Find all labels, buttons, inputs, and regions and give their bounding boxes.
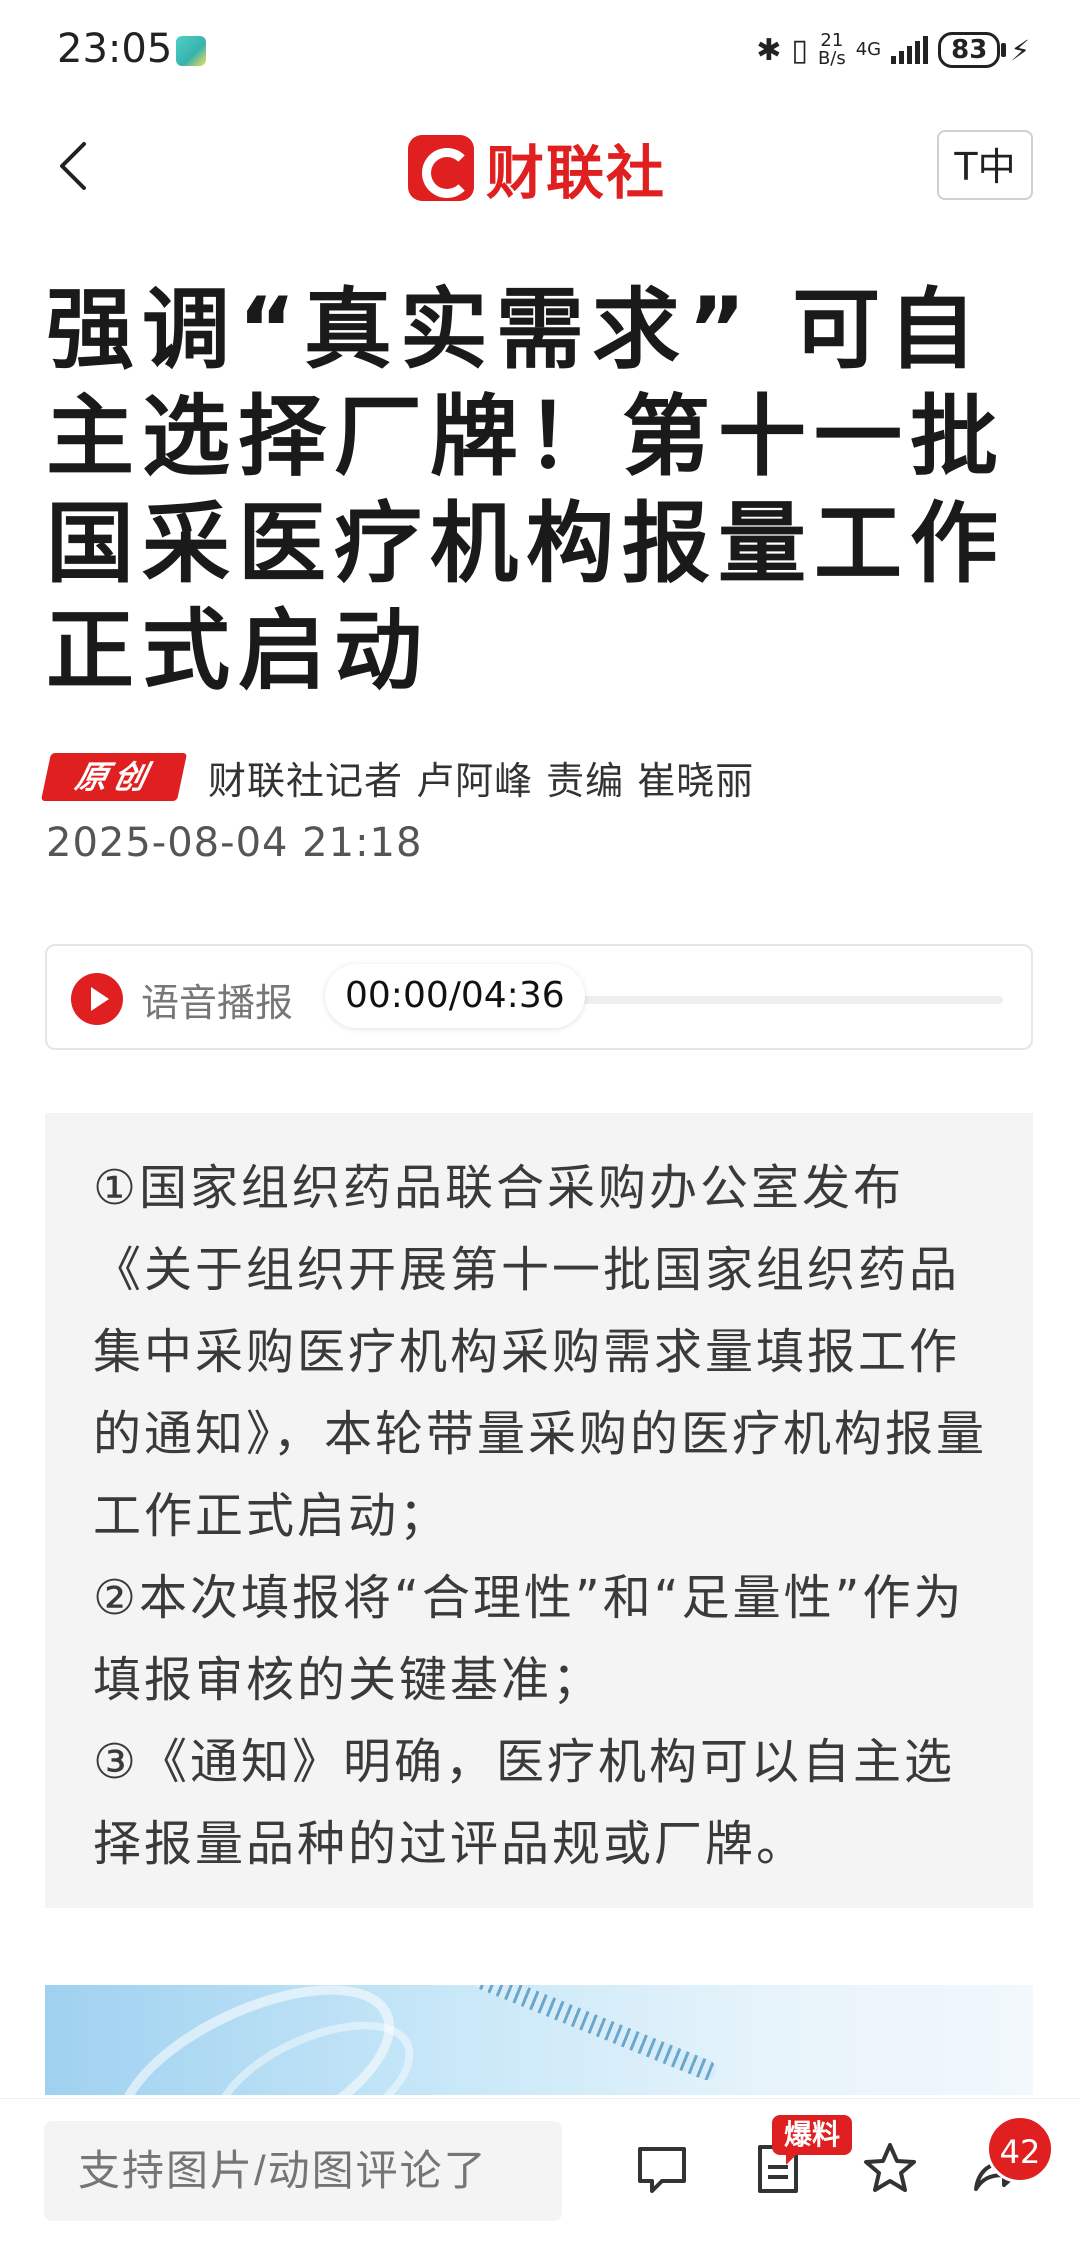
audio-player: 语音播报 00:00/04:36 [45, 944, 1033, 1050]
bottom-action-bar: 爆料 42 [0, 2098, 1080, 2245]
comment-input[interactable] [44, 2121, 562, 2221]
play-button[interactable] [71, 973, 123, 1025]
share-count-badge: 42 [986, 2115, 1054, 2183]
logo-text: 财联社 [486, 139, 667, 207]
battery-indicator: 83 [938, 32, 1007, 68]
comment-button[interactable] [622, 2129, 702, 2209]
signal-icon [891, 36, 929, 64]
back-button[interactable] [50, 138, 100, 194]
article-title: 强调“真实需求” 可自主选择厂牌！第十一批国采医疗机构报量工作正式启动 [46, 278, 1007, 702]
summary-item: ③《通知》明确，医疗机构可以自主选择报量品种的过评品规或厂牌。 [93, 1734, 956, 1872]
back-arrow-icon [60, 142, 86, 190]
star-icon [864, 2143, 916, 2192]
font-size-button[interactable]: T中 [937, 130, 1033, 200]
status-time: 23:05 [57, 26, 173, 72]
summary-item: ②本次填报将“合理性”和“足量性”作为填报审核的关键基准； [93, 1570, 965, 1708]
logo-mark-icon [408, 135, 474, 201]
app-logo: 财联社 [408, 130, 666, 207]
comment-icon [638, 2147, 686, 2193]
net-type: 4G [855, 39, 882, 60]
vibrate-icon: ▯ [791, 32, 808, 68]
nav-bar: 财联社 T中 [0, 110, 1080, 220]
summary-item: ①国家组织药品联合采购办公室发布《关于组织开展第十一批国家组织药品集中采购医疗机… [93, 1160, 988, 1544]
original-badge: 原创 [40, 753, 188, 801]
article-summary: ①国家组织药品联合采购办公室发布《关于组织开展第十一批国家组织药品集中采购医疗机… [45, 1113, 1033, 1908]
article-meta: 原创 财联社记者 卢阿峰 责编 崔晓丽 [40, 752, 755, 803]
status-bar: 23:05 ✱ ▯ 21 B/s 4G 83 ⚡ [0, 0, 1080, 100]
publish-date: 2025-08-04 21:18 [46, 820, 423, 866]
status-indicators: ✱ ▯ 21 B/s 4G 83 ⚡ [756, 26, 1030, 74]
bluetooth-icon: ✱ [756, 32, 782, 68]
audio-time-thumb[interactable]: 00:00/04:36 [325, 964, 585, 1028]
charging-icon: ⚡ [1010, 33, 1030, 67]
favorite-button[interactable] [850, 2129, 930, 2209]
app-notification-icon [176, 36, 206, 66]
audio-label: 语音播报 [141, 981, 294, 1025]
net-speed: 21 B/s [817, 30, 846, 69]
byline: 财联社记者 卢阿峰 责编 崔晓丽 [208, 758, 755, 803]
tip-off-badge: 爆料 [772, 2115, 853, 2165]
article-image [45, 1985, 1033, 2095]
